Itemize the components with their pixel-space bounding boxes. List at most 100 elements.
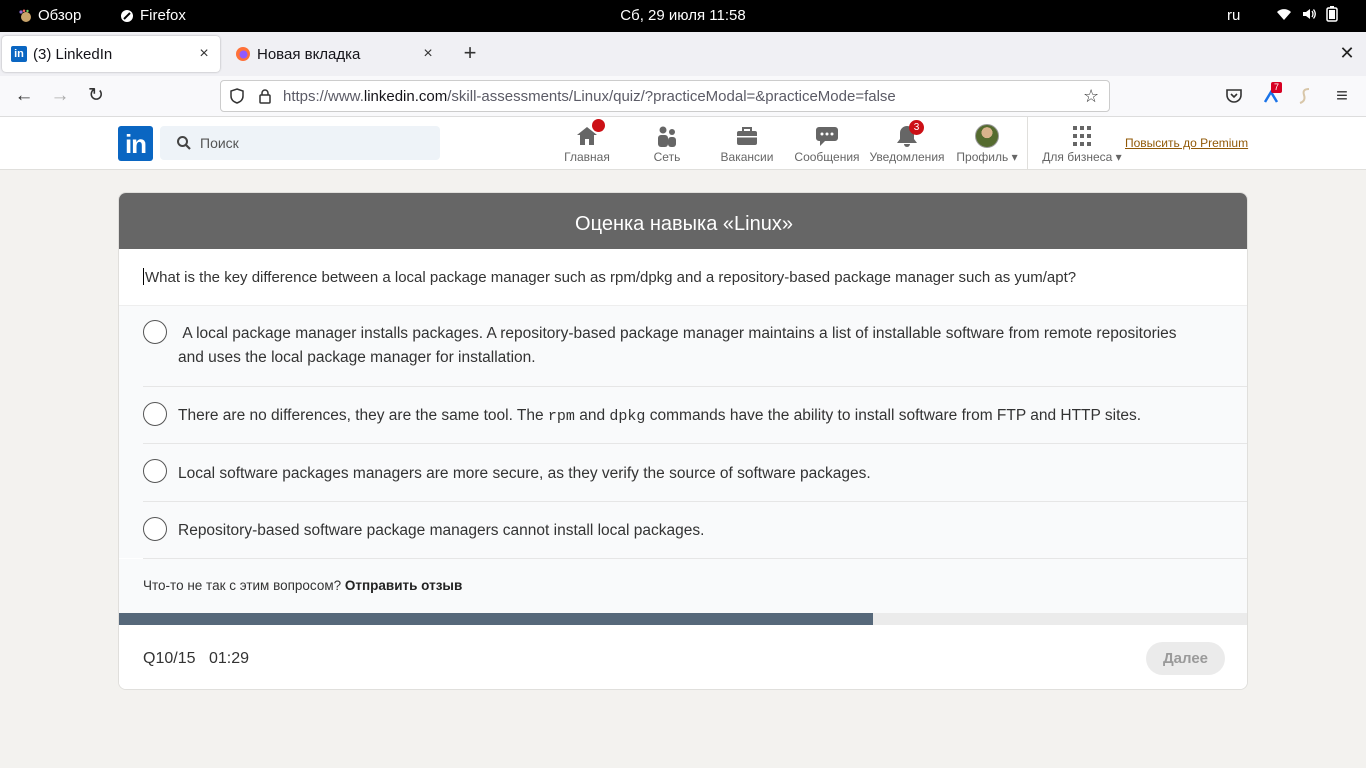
send-feedback-link[interactable]: Отправить отзыв	[345, 578, 462, 593]
radio-button[interactable]	[143, 517, 167, 541]
script-extension-icon[interactable]	[1296, 86, 1316, 106]
answer-option-4[interactable]: Repository-based software package manage…	[143, 502, 1247, 559]
radio-button[interactable]	[143, 402, 167, 426]
answer-text-part: commands have the ability to install sof…	[645, 407, 1142, 424]
tracking-shield-icon[interactable]	[229, 88, 245, 104]
system-top-bar: Обзор Firefox Сб, 29 июля 11:58 ru	[0, 0, 1366, 32]
jobs-icon	[737, 127, 757, 145]
answer-line-2: and uses the local package manager for i…	[178, 349, 536, 366]
forward-icon[interactable]: →	[49, 85, 71, 107]
network-icon	[658, 126, 676, 147]
search-box[interactable]	[160, 126, 440, 160]
nav-label: Главная	[564, 150, 610, 164]
firefox-favicon-icon	[236, 47, 250, 61]
answer-text: Repository-based software package manage…	[178, 522, 705, 539]
radio-button[interactable]	[143, 459, 167, 483]
nav-label-wrap: Профиль ▾	[947, 150, 1027, 164]
progress-fill	[119, 613, 873, 625]
activities-button[interactable]: Обзор	[18, 7, 81, 24]
nav-business[interactable]: Для бизнеса ▾	[1039, 117, 1125, 170]
nav-messaging[interactable]: Сообщения	[787, 117, 867, 170]
extension-badge: 7	[1271, 82, 1283, 93]
linkedin-header: in Главная Сеть Вакансии Сообщения 3 Уве…	[0, 117, 1366, 170]
app-menu[interactable]: Firefox	[120, 7, 186, 24]
bookmark-star-icon[interactable]: ☆	[1083, 87, 1101, 105]
tab-title: Новая вкладка	[257, 45, 361, 63]
back-icon[interactable]: ←	[13, 85, 35, 107]
pocket-icon[interactable]	[1224, 86, 1244, 106]
answer-option-3[interactable]: Local software packages managers are mor…	[143, 444, 1247, 502]
app-name: Firefox	[140, 7, 186, 24]
url-prefix: https://www.	[283, 88, 364, 105]
hamburger-menu-icon[interactable]: ≡	[1332, 86, 1352, 106]
nav-network[interactable]: Сеть	[627, 117, 707, 170]
nav-label: Профиль	[956, 150, 1009, 164]
answer-text: Local software packages managers are mor…	[178, 465, 871, 482]
messaging-icon	[816, 127, 838, 146]
answer-text-part: There are no differences, they are the s…	[178, 407, 548, 424]
nav-divider	[1027, 117, 1028, 170]
nav-notifications[interactable]: 3 Уведомления	[867, 117, 947, 170]
avatar	[975, 124, 999, 148]
close-window-icon[interactable]: ✕	[1338, 44, 1356, 62]
close-tab-icon[interactable]: ×	[196, 46, 212, 62]
progress-bar	[119, 613, 1247, 625]
extension-icon[interactable]: 7	[1261, 82, 1283, 106]
question-label: What is the key difference between a loc…	[145, 269, 1077, 286]
gnome-foot-icon	[19, 9, 31, 22]
url-bar[interactable]: https://www.linkedin.com/skill-assessmen…	[220, 80, 1110, 112]
search-input[interactable]	[200, 126, 430, 160]
question-text: What is the key difference between a loc…	[119, 249, 1247, 306]
nav-label-wrap: Для бизнеса ▾	[1039, 150, 1125, 164]
answer-text: There are no differences, they are the s…	[178, 404, 1209, 429]
assessment-title: Оценка навыка «Linux»	[119, 193, 1247, 249]
dropdown-caret-icon: ▾	[1115, 150, 1122, 164]
new-tab-button[interactable]: +	[458, 42, 482, 66]
premium-upgrade-link[interactable]: Повысить до Premium	[1125, 136, 1248, 150]
firefox-icon	[121, 9, 133, 22]
answer-line-1: A local package manager installs package…	[182, 325, 1177, 342]
nav-label: Для бизнеса	[1042, 150, 1113, 164]
answer-option-2[interactable]: There are no differences, they are the s…	[143, 387, 1247, 444]
answer-text: A local package manager installs package…	[178, 322, 1209, 370]
lock-icon[interactable]	[257, 88, 273, 104]
grid-icon	[1073, 126, 1091, 146]
close-tab-icon[interactable]: ×	[420, 46, 436, 62]
notifications-count-badge: 3	[909, 120, 924, 135]
question-counter: Q10/15	[143, 650, 196, 667]
linkedin-favicon-icon: in	[11, 46, 27, 62]
wifi-icon	[1277, 9, 1291, 20]
url-text[interactable]: https://www.linkedin.com/skill-assessmen…	[283, 88, 896, 105]
clock[interactable]: Сб, 29 июля 11:58	[620, 7, 745, 24]
nav-home[interactable]: Главная	[547, 117, 627, 170]
navigation-toolbar: ← → ↻ https://www.linkedin.com/skill-ass…	[0, 76, 1366, 117]
feedback-prompt: Что-то не так с этим вопросом?	[143, 578, 342, 593]
tab-linkedin[interactable]: in (3) LinkedIn ×	[2, 36, 220, 72]
reload-icon[interactable]: ↻	[85, 85, 107, 107]
linkedin-logo[interactable]: in	[118, 126, 153, 161]
system-tray[interactable]	[1276, 6, 1338, 22]
battery-icon	[1326, 6, 1338, 22]
timer: 01:29	[209, 650, 250, 667]
keyboard-language[interactable]: ru	[1227, 7, 1240, 24]
assessment-footer: Q10/15 01:29 Далее	[119, 625, 1247, 689]
code-dpkg: dpkg	[609, 408, 646, 425]
nav-label: Сообщения	[794, 150, 860, 164]
volume-icon	[1303, 9, 1316, 19]
notification-dot	[592, 119, 605, 132]
answer-options: A local package manager installs package…	[119, 306, 1247, 559]
tab-strip: in (3) LinkedIn × Новая вкладка × + ✕	[0, 32, 1366, 76]
radio-button[interactable]	[143, 320, 167, 344]
tab-title: (3) LinkedIn	[33, 45, 113, 63]
url-path: /skill-assessments/Linux/quiz/?practiceM…	[447, 88, 896, 105]
text-caret	[143, 268, 144, 285]
nav-label: Вакансии	[720, 150, 774, 164]
tab-new-tab[interactable]: Новая вкладка ×	[226, 36, 444, 72]
answer-option-1[interactable]: A local package manager installs package…	[143, 306, 1247, 387]
dropdown-caret-icon: ▾	[1011, 150, 1018, 164]
feedback-row: Что-то не так с этим вопросом? Отправить…	[119, 559, 1247, 613]
nav-profile[interactable]: Профиль ▾	[947, 117, 1027, 170]
code-rpm: rpm	[547, 408, 575, 425]
nav-jobs[interactable]: Вакансии	[707, 117, 787, 170]
next-button[interactable]: Далее	[1146, 642, 1225, 675]
